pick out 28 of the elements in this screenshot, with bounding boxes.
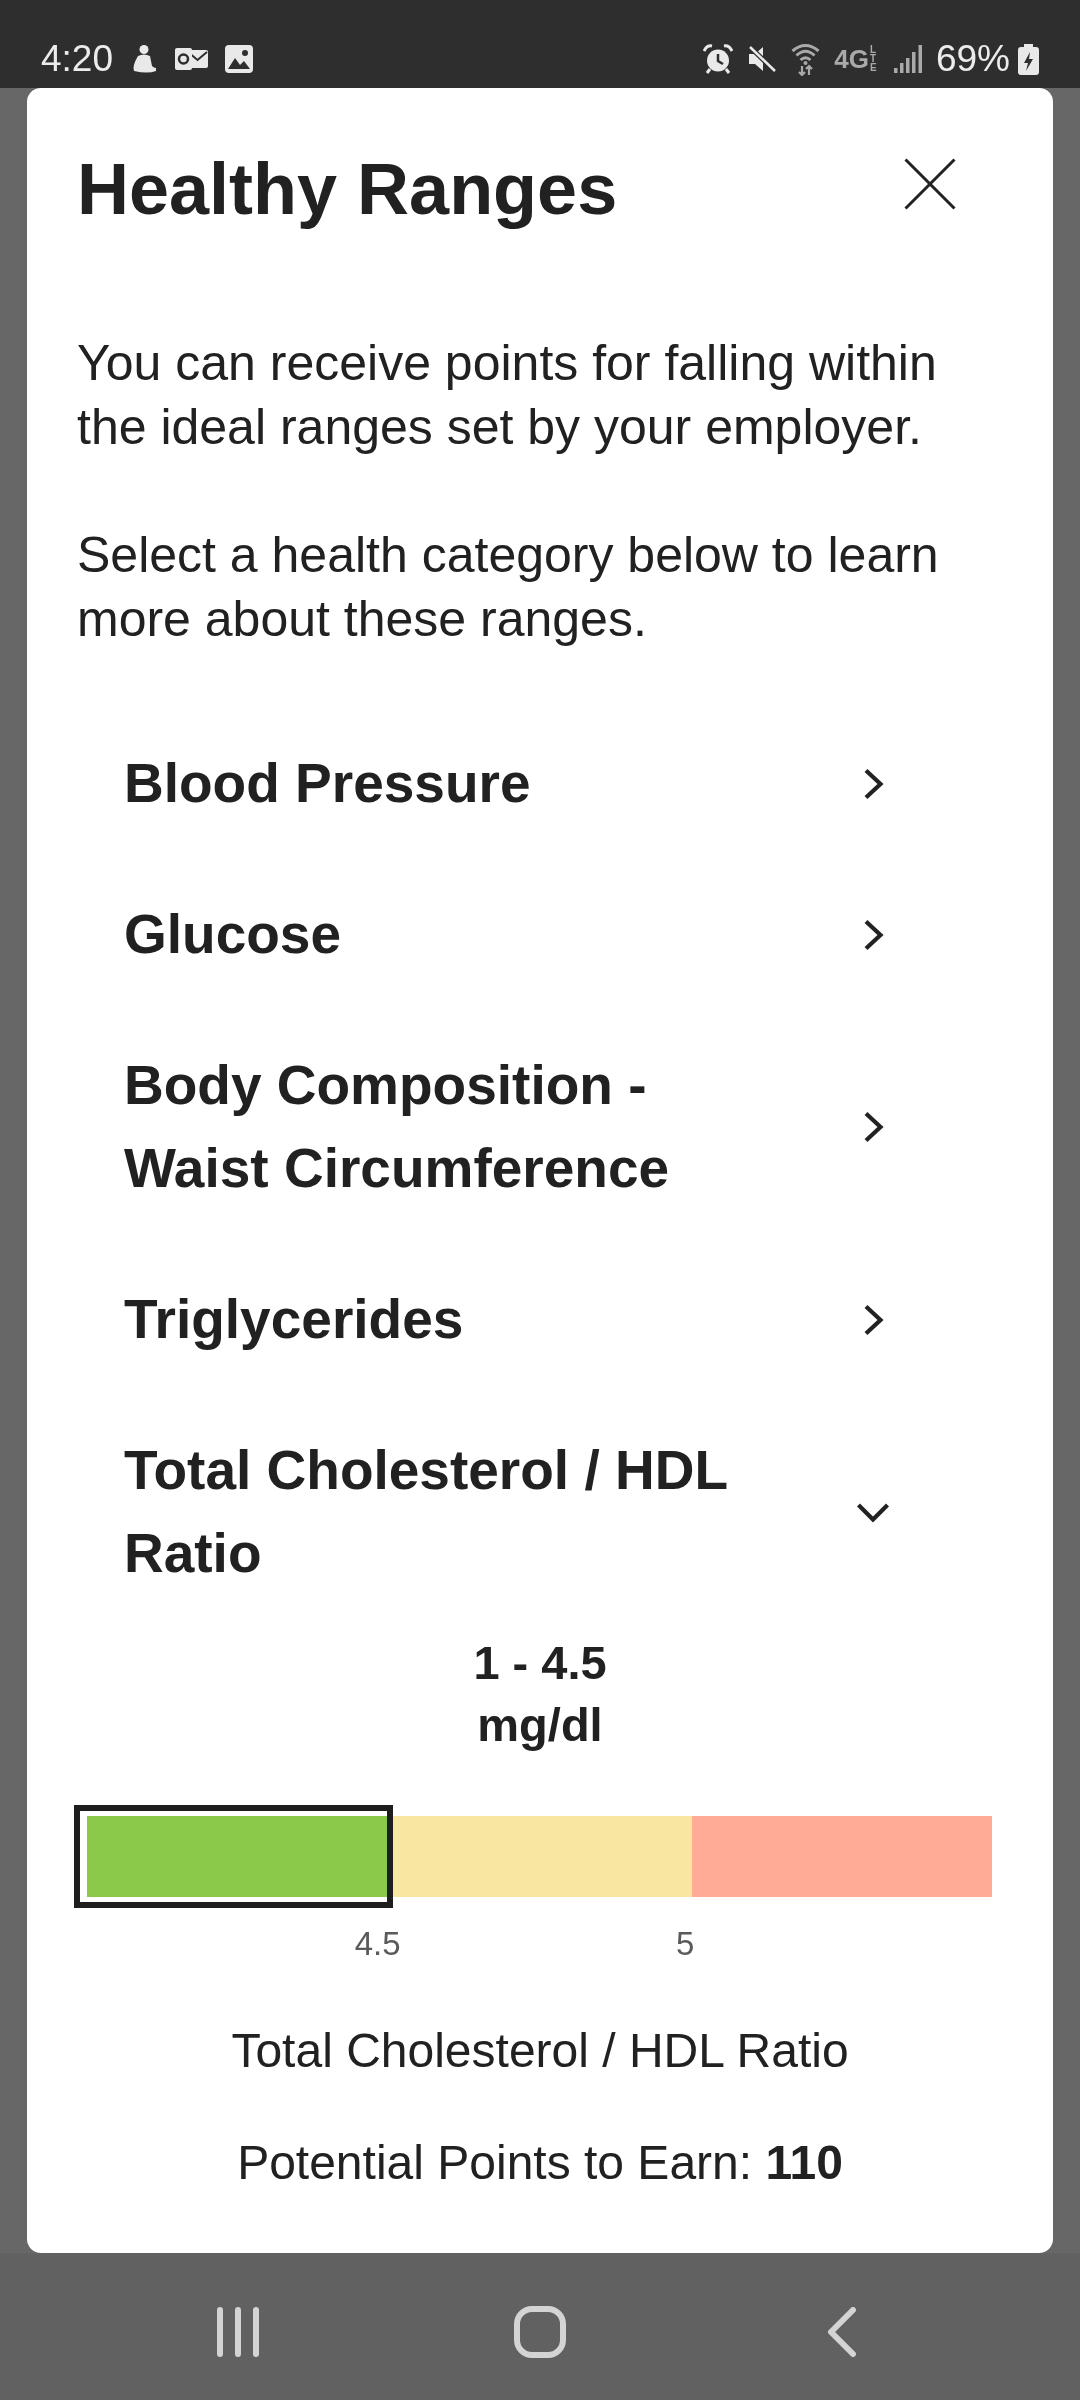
tick-label: 5 [675,1924,695,1964]
image-icon [225,45,253,73]
battery-icon [1018,43,1039,75]
mute-icon [747,45,778,73]
measure-label: Total Cholesterol / HDL Ratio [231,2023,849,2079]
category-item[interactable]: Triglycerides [77,1244,1003,1395]
network-type-label: LTE [869,45,878,72]
close-icon[interactable] [904,158,956,210]
home-icon[interactable] [514,2305,566,2358]
wifi-icon [791,42,821,76]
category-item[interactable]: Blood Pressure [77,708,1003,859]
signal-icon [893,45,922,73]
status-time: 4:20 [41,37,113,81]
network-type-label: 4G [834,45,869,73]
category-item[interactable]: Glucose [77,859,1003,1010]
back-icon[interactable] [827,2306,857,2357]
dialog-title: Healthy Ranges [77,148,618,231]
mail-icon [175,46,208,72]
alarm-icon [703,44,734,74]
category-item[interactable]: Total Cholesterol / HDL Ratio [77,1395,1003,1629]
points-text: Potential Points to Earn: 110 [237,2135,843,2191]
intro-paragraph: You can receive points for falling within the ideal ranges set by your employer. [77,334,938,457]
category-item[interactable]: Body Composition - Waist Circumference [77,1010,1003,1244]
range-value: 1 - 4.5 mg/dl [472,1635,608,1753]
intro-paragraph: Select a health category below to learn more about these ranges. [77,526,940,649]
battery-percentage: 69% [935,37,1010,81]
tick-label: 4.5 [354,1924,401,1964]
recent-apps-icon[interactable] [215,2306,261,2357]
